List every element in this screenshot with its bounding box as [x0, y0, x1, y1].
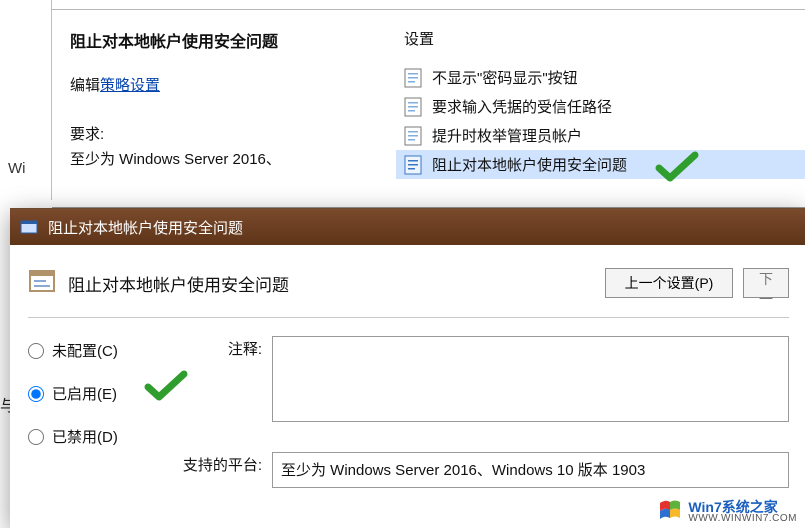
settings-header: 设置: [396, 28, 805, 49]
dialog-heading: 阻止对本地帐户使用安全问题: [68, 271, 289, 296]
supported-platform-box: 至少为 Windows Server 2016、Windows 10 版本 19…: [272, 452, 789, 488]
policy-doc-icon: [404, 155, 422, 175]
watermark: Win7系统之家 WWW.WINWIN7.COM: [652, 495, 805, 528]
policy-description-panel: 阻止对本地帐户使用安全问题 编辑策略设置 要求: 至少为 Windows Ser…: [52, 10, 390, 208]
setting-label: 不显示"密码显示"按钮: [432, 67, 578, 88]
next-setting-button[interactable]: 下一: [743, 268, 789, 298]
setting-item-selected[interactable]: 阻止对本地帐户使用安全问题: [396, 150, 805, 179]
requirements-label: 要求:: [70, 123, 376, 144]
policy-doc-icon: [404, 97, 422, 117]
settings-list-panel: 设置 不显示"密码显示"按钮 要求输入凭据的受信任路径: [390, 10, 805, 208]
dialog-title: 阻止对本地帐户使用安全问题: [48, 217, 243, 238]
radio-enabled-input[interactable]: [28, 386, 44, 402]
edit-policy-link[interactable]: 策略设置: [100, 77, 160, 94]
policy-doc-icon: [404, 68, 422, 88]
dialog-body: 阻止对本地帐户使用安全问题 上一个设置(P) 下一 未配置(C) 已启用(E): [10, 245, 805, 488]
prev-setting-button[interactable]: 上一个设置(P): [605, 268, 733, 298]
supported-platform-label: 支持的平台:: [170, 452, 266, 475]
tree-fragment: Wi: [8, 160, 26, 177]
annotation-check-icon: [655, 150, 699, 184]
comment-label: 注释:: [170, 336, 266, 359]
detail-pane: 阻止对本地帐户使用安全问题 编辑策略设置 要求: 至少为 Windows Ser…: [52, 0, 805, 208]
radio-disabled-input[interactable]: [28, 429, 44, 445]
watermark-logo-icon: [658, 499, 682, 524]
watermark-title: Win7系统之家: [688, 500, 797, 514]
annotation-check-icon: [144, 369, 188, 403]
radio-not-configured[interactable]: 未配置(C): [28, 340, 148, 361]
dialog-separator: [28, 317, 789, 318]
tree-pane: Wi: [0, 0, 52, 200]
dialog-heading-icon: [28, 267, 56, 299]
radio-enabled-label: 已启用(E): [52, 383, 117, 404]
dialog-window-icon: [20, 218, 38, 236]
toolbar-strip: [52, 0, 805, 10]
radio-group: 未配置(C) 已启用(E) 已禁用(D): [28, 336, 148, 447]
radio-enabled[interactable]: 已启用(E): [28, 383, 148, 404]
policy-dialog: 阻止对本地帐户使用安全问题 阻止对本地帐户使用安全问题 上一个设置(P) 下一 …: [10, 208, 805, 528]
setting-label: 提升时枚举管理员帐户: [432, 125, 582, 146]
setting-item[interactable]: 要求输入凭据的受信任路径: [396, 92, 805, 121]
setting-item[interactable]: 不显示"密码显示"按钮: [396, 63, 805, 92]
policy-doc-icon: [404, 126, 422, 146]
requirements-text: 至少为 Windows Server 2016、: [70, 148, 376, 169]
radio-disabled-label: 已禁用(D): [52, 426, 118, 447]
policy-heading: 阻止对本地帐户使用安全问题: [70, 28, 376, 52]
edit-policy-line: 编辑策略设置: [70, 74, 376, 95]
setting-label: 阻止对本地帐户使用安全问题: [432, 154, 627, 175]
setting-item[interactable]: 提升时枚举管理员帐户: [396, 121, 805, 150]
dialog-titlebar[interactable]: 阻止对本地帐户使用安全问题: [10, 209, 805, 245]
radio-disabled[interactable]: 已禁用(D): [28, 426, 148, 447]
radio-not-configured-input[interactable]: [28, 343, 44, 359]
radio-not-configured-label: 未配置(C): [52, 340, 118, 361]
setting-label: 要求输入凭据的受信任路径: [432, 96, 612, 117]
edit-prefix: 编辑: [70, 77, 100, 94]
comment-textarea[interactable]: [272, 336, 789, 422]
watermark-url: WWW.WINWIN7.COM: [688, 514, 797, 524]
